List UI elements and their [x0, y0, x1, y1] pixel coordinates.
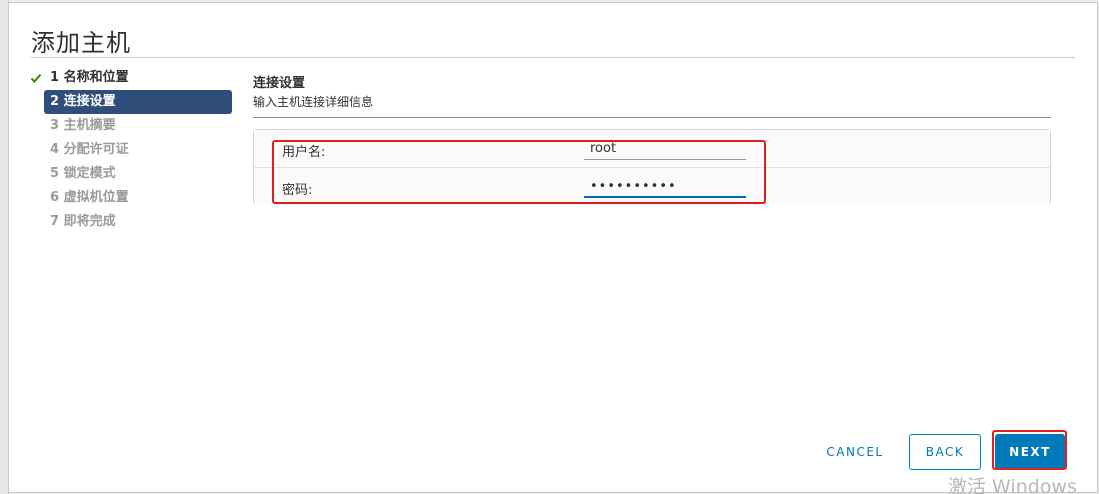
step-connection-settings[interactable]: 2 连接设置 — [44, 90, 232, 114]
step-ready-to-complete: 7 即将完成 — [30, 210, 240, 234]
username-label: 用户名: — [282, 145, 326, 160]
screen: 添加主机 1 名称和位置 2 连接设置 3 主机摘要 4 分配许可证 5 锁定模… — [0, 0, 1099, 494]
check-icon — [30, 73, 42, 83]
wizard-steps: 1 名称和位置 2 连接设置 3 主机摘要 4 分配许可证 5 锁定模式 6 虚… — [30, 66, 240, 234]
dialog-title: 添加主机 — [31, 29, 131, 57]
step-label: 3 主机摘要 — [50, 118, 116, 133]
username-input[interactable] — [584, 138, 746, 160]
step-label: 5 锁定模式 — [50, 166, 116, 181]
title-divider — [31, 57, 1075, 58]
step-label: 2 连接设置 — [50, 94, 116, 109]
step-vm-location: 6 虚拟机位置 — [30, 186, 240, 210]
step-label: 7 即将完成 — [50, 214, 116, 229]
section-title: 连接设置 — [253, 76, 306, 91]
password-label: 密码: — [282, 183, 313, 198]
step-lockdown-mode: 5 锁定模式 — [30, 162, 240, 186]
step-label: 4 分配许可证 — [50, 142, 129, 157]
cancel-button[interactable]: CANCEL — [815, 434, 895, 470]
section-divider — [253, 117, 1051, 118]
step-label: 6 虚拟机位置 — [50, 190, 129, 205]
connection-form: 用户名: 密码: — [253, 129, 1051, 205]
windows-activation-watermark: 激活 Windows — [948, 476, 1077, 494]
password-input[interactable] — [584, 176, 746, 198]
step-name-location[interactable]: 1 名称和位置 — [30, 66, 240, 90]
form-row-username: 用户名: — [254, 130, 1050, 168]
step-assign-license: 4 分配许可证 — [30, 138, 240, 162]
step-label: 1 名称和位置 — [50, 70, 129, 85]
form-row-password: 密码: — [254, 168, 1050, 205]
section-description: 输入主机连接详细信息 — [253, 95, 374, 109]
back-button[interactable]: BACK — [909, 434, 981, 470]
step-host-summary: 3 主机摘要 — [30, 114, 240, 138]
next-button[interactable]: NEXT — [995, 434, 1065, 470]
